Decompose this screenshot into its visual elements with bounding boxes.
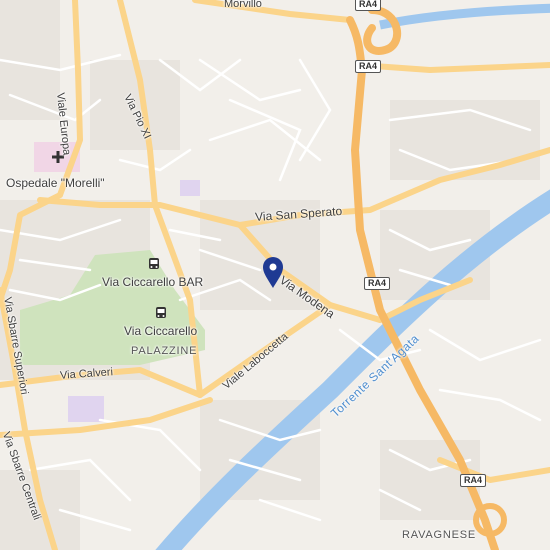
area-label-palazzine: PALAZZINE — [131, 345, 198, 357]
place-label-bus-palazzine: Via Ciccarello — [124, 324, 198, 338]
bus-stop-icon[interactable] — [156, 307, 166, 318]
area-label-ravagnese: RAVAGNESE — [402, 529, 477, 541]
map-canvas[interactable] — [0, 0, 550, 550]
highway-shield-ra4: RA4 — [460, 474, 487, 487]
highway-shield-ra4: RA4 — [355, 0, 382, 11]
place-label-hospital: Ospedale "Morelli" — [6, 176, 105, 190]
highway-shield-ra4: RA4 — [355, 60, 382, 73]
highway-shield-ra4: RA4 — [364, 277, 391, 290]
road-label-top: Morvillo — [224, 0, 262, 10]
bus-stop-icon[interactable] — [149, 258, 159, 269]
map-view[interactable]: Morvillo Viale Europa Via Pio XI Ospedal… — [0, 0, 550, 550]
place-label-bus-bar: Via Ciccarello BAR — [102, 275, 204, 289]
school-area — [68, 396, 104, 422]
school-area-2 — [180, 180, 200, 196]
